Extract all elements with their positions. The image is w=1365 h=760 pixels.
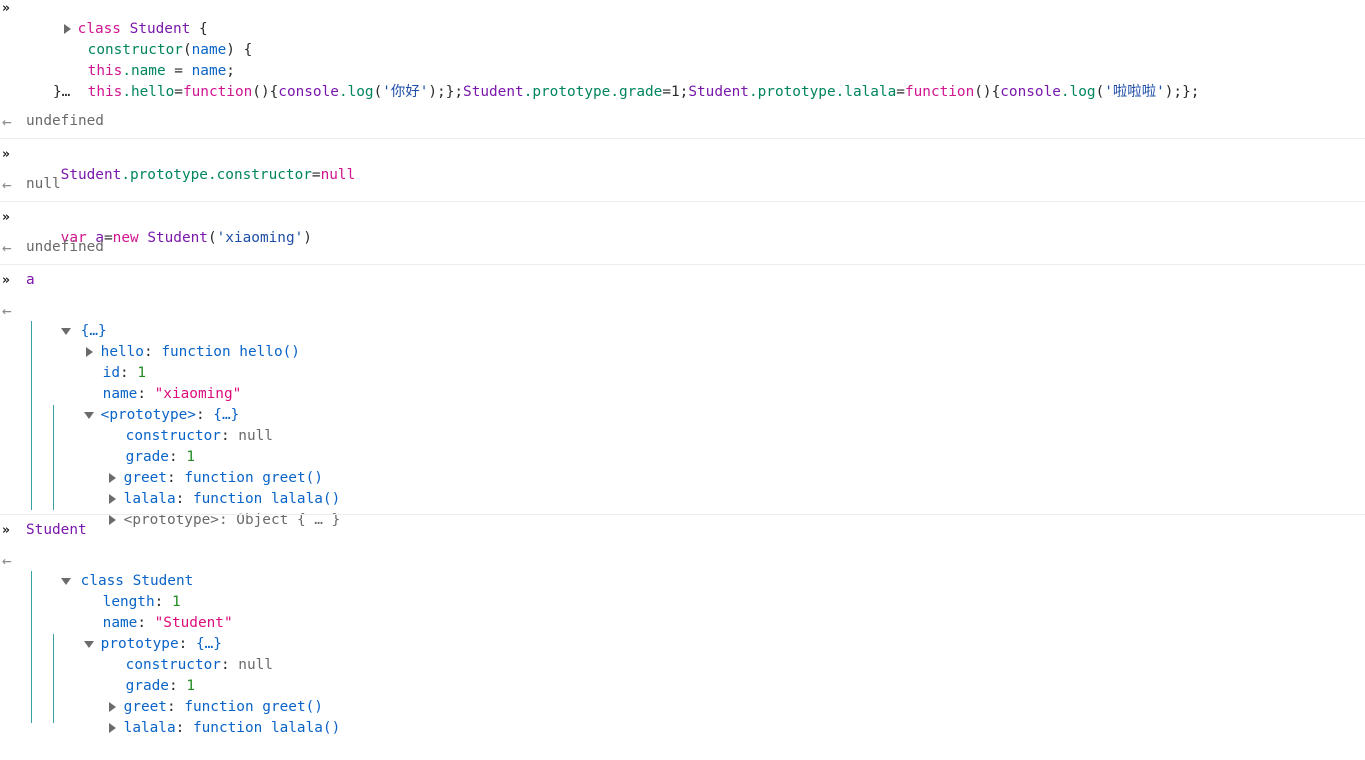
punct: );}; bbox=[1164, 84, 1200, 100]
paren: ( bbox=[373, 84, 383, 100]
prop-row-grade: grade: 1 bbox=[91, 426, 195, 465]
prop-value: null bbox=[238, 657, 273, 673]
console-identifier: console bbox=[1000, 84, 1061, 100]
grade-prop: .grade bbox=[610, 84, 663, 100]
log-method: .log bbox=[1060, 84, 1096, 100]
code-line-4: this.hello=function(){console.log('你好');… bbox=[53, 61, 1200, 100]
operator: = bbox=[174, 84, 183, 100]
log-method: .log bbox=[338, 84, 374, 100]
prop-row-name: name: "Student" bbox=[68, 592, 233, 631]
input-prompt-icon: » bbox=[2, 147, 10, 162]
object-root-row[interactable]: {…} bbox=[26, 300, 107, 339]
result-undefined: undefined bbox=[26, 113, 104, 129]
result-undefined: undefined bbox=[26, 239, 104, 255]
prop-value: function hello() bbox=[161, 344, 300, 360]
prop-row-constructor: constructor: null bbox=[91, 405, 273, 444]
paren: ( bbox=[1095, 84, 1105, 100]
input-prompt-icon: » bbox=[2, 273, 10, 288]
output-arrow-icon: ← bbox=[2, 238, 12, 257]
colon: : bbox=[220, 657, 239, 673]
prop-value: function lalala() bbox=[192, 720, 341, 736]
prop-row-id: id: 1 bbox=[68, 342, 146, 381]
paren: (){ bbox=[974, 84, 1001, 100]
operator: = bbox=[896, 84, 905, 100]
string-literal: '你好' bbox=[382, 84, 429, 100]
prop-row-name: name: "xiaoming" bbox=[68, 363, 242, 402]
output-arrow-icon: ← bbox=[2, 175, 12, 194]
class-ref: Student bbox=[60, 167, 122, 183]
constructor-prop: .constructor bbox=[207, 167, 312, 183]
prototype-prop: .prototype bbox=[523, 84, 611, 100]
property: .hello bbox=[122, 84, 175, 100]
expand-triangle-icon[interactable] bbox=[108, 723, 116, 733]
divider bbox=[0, 138, 1365, 139]
result-null: null bbox=[26, 176, 61, 192]
class-root-row[interactable]: class Student bbox=[26, 550, 193, 589]
input-prompt-icon: » bbox=[2, 210, 10, 225]
console-identifier: console bbox=[278, 84, 339, 100]
prop-row-prototype-object[interactable]: <prototype>: Object { … } bbox=[74, 489, 340, 528]
lalala-prop: .lalala bbox=[835, 84, 897, 100]
input-expression[interactable]: var a=new Student('xiaoming') bbox=[26, 207, 312, 246]
prop-row-greet[interactable]: greet: function greet() bbox=[74, 447, 323, 486]
paren: ( bbox=[207, 230, 217, 246]
colon: : bbox=[175, 720, 193, 736]
prop-row-grade: grade: 1 bbox=[91, 655, 195, 694]
string-literal: '啦啦啦' bbox=[1104, 84, 1165, 100]
prop-row-lalala[interactable]: lalala: function lalala() bbox=[74, 468, 340, 507]
colon: : bbox=[220, 428, 239, 444]
operator: = bbox=[311, 167, 321, 183]
this-keyword: this bbox=[87, 84, 123, 100]
prop-row-prototype[interactable]: <prototype>: {…} bbox=[49, 384, 239, 423]
prop-row-length: length: 1 bbox=[68, 571, 181, 610]
prop-row-greet[interactable]: greet: function greet() bbox=[74, 676, 323, 715]
output-arrow-icon: ← bbox=[2, 112, 12, 131]
null-keyword: null bbox=[320, 167, 356, 183]
prop-row-constructor: constructor: null bbox=[91, 634, 273, 673]
paren: (){ bbox=[252, 84, 279, 100]
operator: = bbox=[103, 230, 113, 246]
code-line-2: constructor(name) { bbox=[53, 19, 253, 58]
colon: : bbox=[143, 344, 162, 360]
function-keyword: function bbox=[182, 84, 253, 100]
divider bbox=[0, 264, 1365, 265]
string-literal: 'xiaoming' bbox=[216, 230, 304, 246]
operator: = bbox=[662, 84, 671, 100]
divider bbox=[0, 201, 1365, 202]
paren: ) bbox=[303, 230, 312, 246]
output-arrow-icon: ← bbox=[2, 551, 12, 570]
class-ref: Student bbox=[463, 84, 524, 100]
prototype-prop: .prototype bbox=[121, 167, 208, 183]
class-ref: Student bbox=[138, 230, 208, 246]
code-line-3: this.name = name; bbox=[53, 40, 235, 79]
output-arrow-icon: ← bbox=[2, 301, 12, 320]
prop-value: null bbox=[238, 428, 273, 444]
input-expression[interactable]: a bbox=[26, 270, 35, 291]
prototype-prop: .prototype bbox=[748, 84, 836, 100]
code-line-1[interactable]: class Student { bbox=[29, 0, 208, 37]
input-prompt-icon: » bbox=[2, 523, 10, 538]
prop-row-lalala[interactable]: lalala: function lalala() bbox=[74, 697, 340, 736]
prop-row-hello[interactable]: hello: function hello() bbox=[51, 321, 300, 360]
number-literal: 1 bbox=[670, 84, 680, 100]
new-keyword: new bbox=[112, 230, 139, 246]
input-prompt-icon: » bbox=[2, 1, 10, 16]
function-keyword: function bbox=[904, 84, 975, 100]
expand-triangle-icon[interactable] bbox=[108, 515, 116, 525]
prop-row-prototype[interactable]: prototype: {…} bbox=[49, 613, 222, 652]
class-ref: Student bbox=[688, 84, 749, 100]
prop-key: lalala bbox=[123, 720, 176, 736]
divider bbox=[0, 514, 1365, 515]
input-expression[interactable]: Student.prototype.constructor=null bbox=[26, 144, 356, 183]
punct: );}; bbox=[428, 84, 464, 100]
code-line-5: }… bbox=[53, 84, 71, 100]
input-expression[interactable]: Student bbox=[26, 520, 87, 541]
